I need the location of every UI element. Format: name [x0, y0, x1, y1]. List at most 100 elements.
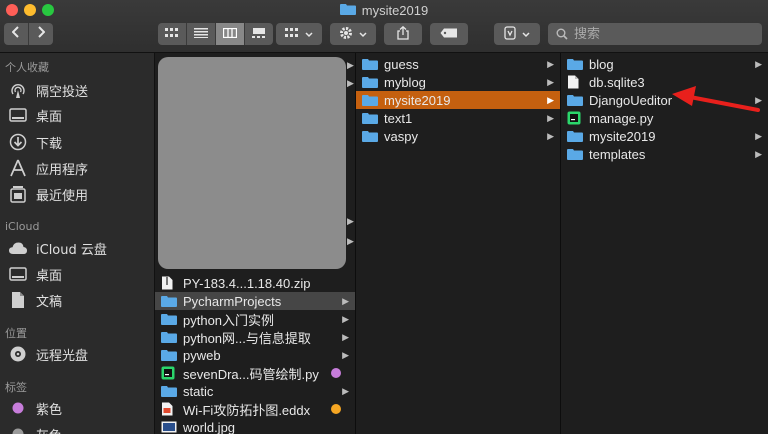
sidebar-item-label: 应用程序: [36, 162, 89, 178]
python-file-icon: [567, 111, 583, 125]
action-button[interactable]: [330, 23, 376, 45]
chevron-right-icon: ▶: [547, 112, 554, 123]
chevron-right-icon: ▶: [342, 313, 349, 324]
window-title: mysite2019: [0, 2, 768, 18]
sidebar-item-documents[interactable]: 文稿: [8, 289, 62, 311]
gallery-view-button[interactable]: [245, 23, 273, 45]
sidebar-item-desktop[interactable]: 桌面: [8, 104, 62, 126]
sidebar-item-tag-purple[interactable]: 紫色: [8, 397, 62, 419]
desktop-icon: [8, 105, 28, 125]
chevron-right-icon: ▶: [547, 58, 554, 69]
sidebar-section-locations: 位置: [5, 327, 27, 340]
sidebar-item-airdrop[interactable]: 隔空投送: [8, 79, 88, 101]
disc-icon: [8, 344, 28, 364]
list-item[interactable]: python网...与信息提取 ▶: [155, 328, 355, 346]
app-icon: [504, 25, 516, 43]
folder-icon: [362, 57, 378, 71]
sidebar-item-label: 下载: [36, 136, 63, 152]
list-item[interactable]: blog ▶: [561, 55, 768, 73]
sidebar-item-label: 桌面: [36, 109, 63, 125]
list-item-label: PY-183.4...1.18.40.zip: [183, 275, 311, 291]
sidebar-item-recents[interactable]: 最近使用: [8, 183, 88, 205]
back-button[interactable]: [4, 23, 29, 45]
list-item[interactable]: Wi-Fi攻防拓扑图.eddx: [155, 400, 355, 418]
search-field[interactable]: [548, 23, 762, 45]
tag-dot-icon: [8, 424, 28, 434]
search-input[interactable]: [572, 25, 756, 43]
browser-column-2: guess ▶ myblog ▶ mysite2019 ▶ text1 ▶ va…: [356, 53, 561, 434]
chevron-down-icon: [522, 27, 530, 41]
list-item-label: DjangoUeditor: [589, 92, 673, 108]
sidebar-item-label: 紫色: [36, 402, 63, 418]
column-view-icon: [222, 25, 238, 43]
sidebar-item-applications[interactable]: 应用程序: [8, 157, 88, 179]
icon-view-button[interactable]: [158, 23, 187, 45]
chevron-left-icon: [11, 25, 20, 43]
list-item-label: pyweb: [183, 347, 221, 363]
list-item[interactable]: sevenDra...码管绘制.py: [155, 364, 355, 382]
sidebar-item-label: 隔空投送: [36, 84, 89, 100]
blank-file-icon: [567, 75, 583, 89]
gear-icon: [339, 26, 353, 43]
folder-icon: [362, 129, 378, 143]
applications-icon: [8, 158, 28, 178]
list-item-label: Wi-Fi攻防拓扑图.eddx: [183, 402, 311, 418]
app-extension-button[interactable]: [494, 23, 540, 45]
folder-icon: [161, 384, 177, 398]
forward-button[interactable]: [29, 23, 53, 45]
list-item[interactable]: templates ▶: [561, 145, 768, 163]
list-item[interactable]: text1 ▶: [356, 109, 560, 127]
chevron-right-icon: ▶: [347, 78, 354, 88]
chevron-right-icon: ▶: [342, 349, 349, 360]
tag-dot-icon: [331, 404, 341, 414]
list-item[interactable]: world.jpg: [155, 418, 355, 434]
group-by-button[interactable]: [276, 23, 322, 45]
folder-icon: [161, 294, 177, 308]
chevron-right-icon: ▶: [755, 58, 762, 69]
sidebar-item-remote-disc[interactable]: 远程光盘: [8, 343, 88, 365]
list-item[interactable]: mysite2019 ▶: [561, 127, 768, 145]
sidebar-item-icloud-desktop[interactable]: 桌面: [8, 263, 62, 285]
list-item[interactable]: python入门实例 ▶: [155, 310, 355, 328]
chevron-right-icon: ▶: [755, 148, 762, 159]
chevron-right-icon: ▶: [347, 60, 354, 70]
sidebar-item-icloud-drive[interactable]: iCloud 云盘: [8, 237, 107, 259]
list-item-label: PycharmProjects: [183, 293, 282, 309]
download-icon: [8, 132, 28, 152]
sidebar-item-label: 灰色: [36, 425, 62, 434]
chevron-right-icon: ▶: [347, 236, 354, 246]
sidebar-item-label: 最近使用: [36, 188, 89, 204]
sidebar-item-downloads[interactable]: 下载: [8, 131, 62, 153]
list-item[interactable]: guess ▶: [356, 55, 560, 73]
list-item[interactable]: vaspy ▶: [356, 127, 560, 145]
list-item[interactable]: myblog ▶: [356, 73, 560, 91]
sidebar-item-tag-gray[interactable]: 灰色: [8, 423, 62, 434]
list-item[interactable]: pyweb ▶: [155, 346, 355, 364]
view-mode-control: [158, 23, 273, 45]
tag-icon: [440, 27, 458, 41]
list-item[interactable]: PY-183.4...1.18.40.zip: [155, 274, 355, 292]
list-item-label: guess: [384, 56, 419, 72]
share-button[interactable]: [384, 23, 422, 45]
list-item[interactable]: PycharmProjects ▶: [155, 292, 355, 310]
list-item-label: manage.py: [589, 110, 654, 126]
cloud-icon: [8, 238, 28, 258]
sidebar-section-tags: 标签: [5, 381, 27, 394]
list-item[interactable]: static ▶: [155, 382, 355, 400]
column-view-button[interactable]: [216, 23, 245, 45]
tag-button[interactable]: [430, 23, 468, 45]
list-item-label: mysite2019: [384, 92, 451, 108]
tag-dot-icon: [8, 398, 28, 418]
chevron-down-icon: [305, 27, 313, 41]
gallery-view-icon: [252, 25, 266, 43]
icon-view-icon: [165, 25, 179, 43]
chevron-right-icon: ▶: [547, 94, 554, 105]
list-view-button[interactable]: [187, 23, 216, 45]
sidebar-section-favorites: 个人收藏: [5, 61, 49, 74]
group-grid-icon: [285, 27, 299, 41]
list-item-selected[interactable]: mysite2019 ▶: [356, 91, 560, 109]
list-item-label: sevenDra...码管绘制.py: [183, 366, 319, 382]
toolbar: mysite2019: [0, 0, 768, 53]
list-item-label: world.jpg: [183, 419, 236, 434]
folder-icon: [567, 129, 583, 143]
